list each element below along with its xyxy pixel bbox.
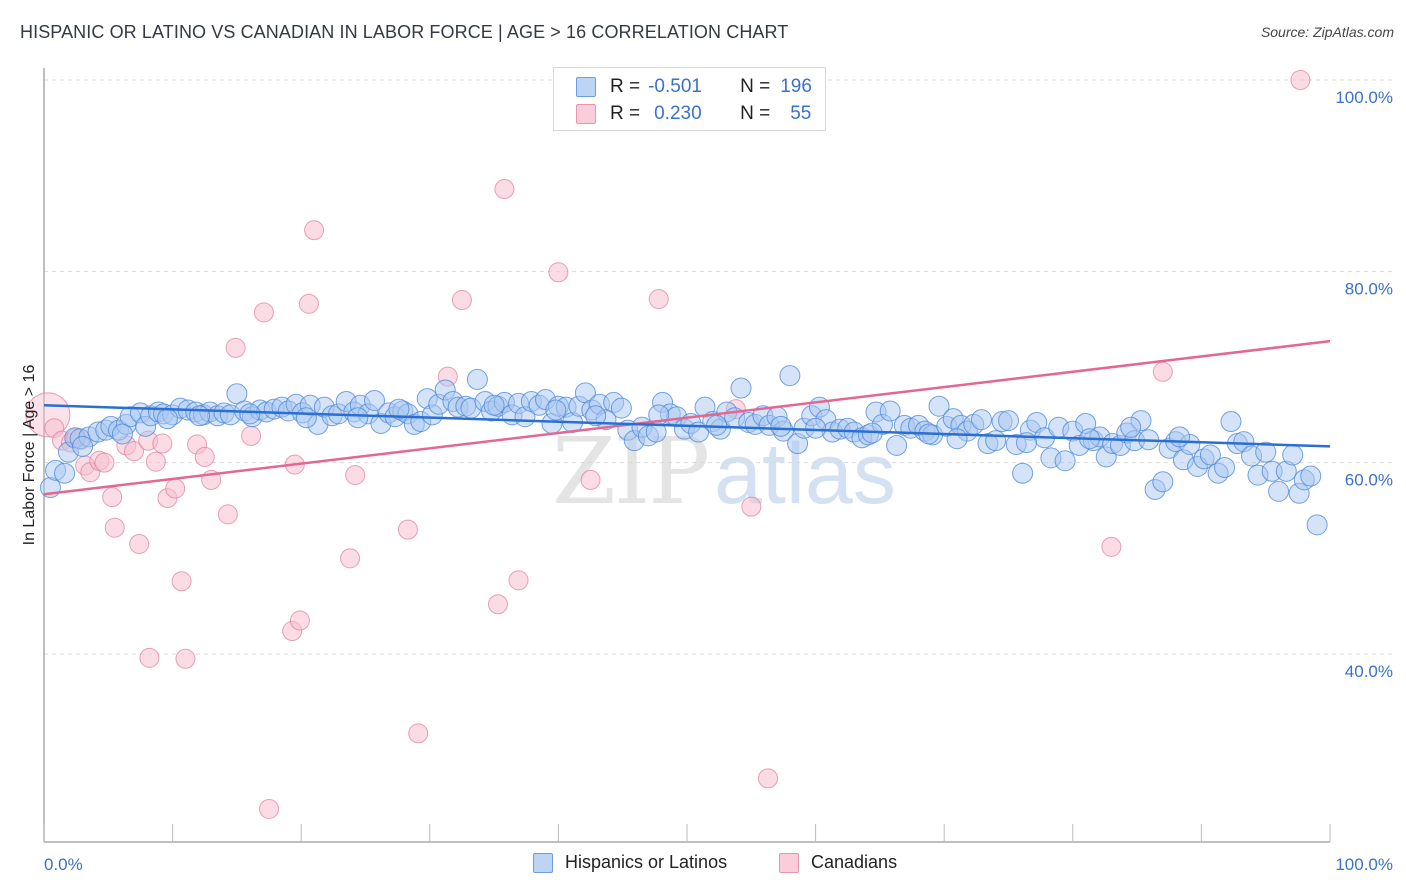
canadians-point [340, 548, 361, 569]
pink-swatch-icon [779, 852, 799, 873]
hispanics-point [156, 408, 178, 430]
hispanics-point [985, 430, 1007, 452]
canadians-point [758, 768, 779, 789]
hispanics-point [347, 407, 369, 429]
legend-row-canadians: R = 0.230 N = 55 [576, 102, 811, 126]
canadians-point [648, 289, 669, 310]
axis-labels: 40.0%60.0%80.0%100.0%0.0% 100.0%In Labor … [21, 88, 1393, 874]
canadians-point [171, 571, 192, 592]
blue-swatch-icon [533, 852, 553, 873]
pink-swatch-icon [576, 104, 596, 124]
hispanics-point [610, 397, 632, 419]
hispanics-point [1300, 465, 1322, 487]
canadians-point [241, 425, 262, 446]
canadians-point [451, 290, 472, 311]
canadians-point [104, 517, 125, 538]
hispanics-point [779, 365, 801, 387]
canadians-point [741, 496, 762, 517]
r-value: -0.501 [648, 76, 702, 97]
canadians-point [1152, 361, 1173, 382]
hispanics-point [239, 403, 261, 425]
canadians-point [397, 519, 418, 540]
n-value: 196 [780, 76, 812, 97]
hispanics-point [1152, 471, 1174, 493]
canadians-point [102, 487, 123, 508]
hispanics-point [1012, 462, 1034, 484]
scatter-chart: 40.0%60.0%80.0%100.0%0.0% 100.0%In Labor … [21, 68, 1393, 874]
n-value: 55 [790, 103, 812, 124]
canadians-point [304, 220, 325, 241]
canadians-point [253, 302, 274, 323]
canadians-point [165, 478, 186, 499]
hispanics-point [998, 410, 1019, 432]
legend-label: Hispanics or Latinos [565, 852, 728, 872]
hispanics-point [545, 399, 567, 421]
canadians-point [289, 610, 310, 631]
y-tick-label: 100.0% [1335, 88, 1393, 107]
canadians-point [145, 451, 166, 472]
hispanics-point [54, 462, 76, 484]
n-label: N = [740, 103, 771, 124]
legend-item-canadians[interactable]: Canadians [779, 852, 897, 873]
correlation-legend: R = -0.501 N = 196 R = 0.230 N = 55 [553, 67, 826, 131]
grid-lines [44, 79, 1392, 655]
hispanics-point [770, 415, 792, 437]
canadians-point [298, 293, 319, 314]
hispanics-point [111, 423, 133, 445]
legend-item-hispanics[interactable]: Hispanics or Latinos [533, 852, 727, 873]
hispanics-point [886, 434, 908, 456]
hispanics-point [1306, 514, 1328, 536]
r-label: R = [610, 103, 641, 124]
canadians-point [225, 337, 246, 358]
hispanics-point [1169, 426, 1191, 448]
hispanics-point [1054, 450, 1076, 472]
series-legend: Hispanics or Latinos Canadians [0, 852, 1406, 878]
hispanics-point [1268, 480, 1290, 502]
canadians-point [217, 504, 238, 525]
canadians-point [494, 179, 515, 200]
legend-row-hispanics: R = -0.501 N = 196 [576, 75, 812, 99]
y-tick-label: 80.0% [1345, 279, 1393, 298]
y-axis-label: In Labor Force | Age > 16 [21, 365, 38, 546]
hispanics-point [805, 417, 827, 439]
axes [43, 68, 1331, 843]
hispanics-point [970, 409, 992, 431]
canadians-point [1290, 70, 1311, 90]
canadians-point [139, 647, 160, 668]
hispanics-point [466, 368, 488, 390]
blue-swatch-icon [576, 77, 596, 97]
legend-label: Canadians [811, 852, 898, 872]
canadians-point [580, 469, 601, 490]
hispanics-point [1282, 444, 1304, 466]
y-tick-label: 40.0% [1345, 662, 1393, 681]
hispanics-point [1214, 456, 1236, 478]
canadians-point [345, 465, 366, 486]
canadians-point [152, 433, 173, 454]
hispanics-point [295, 407, 317, 429]
canadians-point [408, 723, 429, 744]
hispanics-point [730, 377, 752, 399]
canadians-point [175, 648, 196, 669]
canadians-point [259, 798, 280, 819]
y-tick-label: 60.0% [1345, 471, 1393, 490]
r-label: R = [610, 76, 641, 97]
hispanics-point [1220, 411, 1242, 433]
canadians-point [508, 570, 529, 591]
canadians-point [129, 533, 150, 554]
canadians-point [194, 446, 215, 467]
hispanics-point [1120, 416, 1142, 438]
canadians-point [1101, 536, 1122, 557]
canadians-point [548, 262, 569, 283]
hispanics-point [72, 435, 94, 457]
r-value: 0.230 [654, 103, 702, 124]
canadians-point [487, 594, 508, 615]
hispanics-point [483, 394, 505, 416]
canadians-point [94, 452, 115, 473]
hispanics-point [946, 428, 968, 450]
n-label: N = [740, 76, 771, 97]
